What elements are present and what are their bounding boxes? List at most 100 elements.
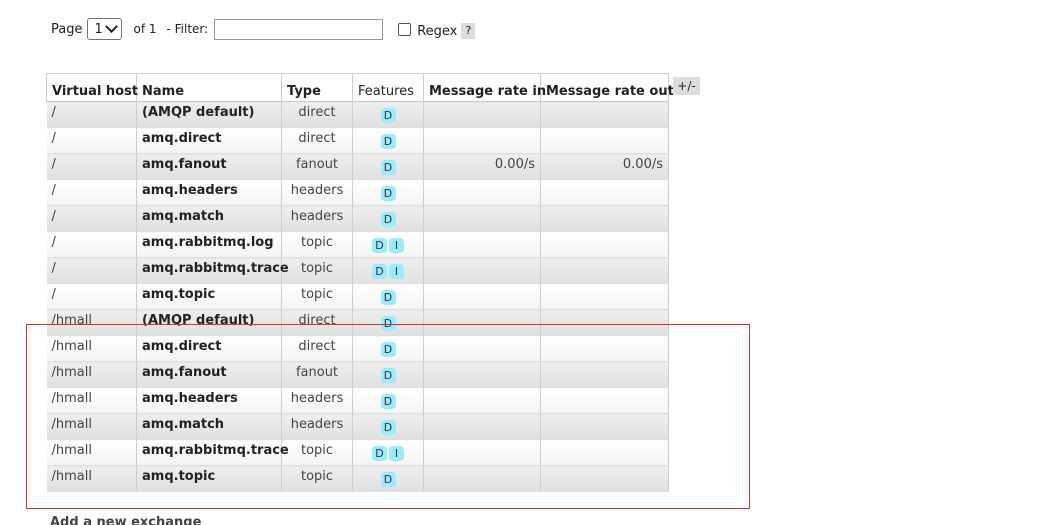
table-row: /hmall amq.topic topic D <box>46 465 669 492</box>
rate-out-cell <box>540 179 669 206</box>
rate-in-cell <box>423 257 541 284</box>
exchange-type-cell: headers <box>281 179 353 206</box>
vhost-cell: / <box>46 283 137 310</box>
rate-in-cell <box>423 101 541 128</box>
header-type[interactable]: Type <box>281 73 353 102</box>
vhost-cell: /hmall <box>46 335 137 362</box>
exchange-name-link[interactable]: amq.topic <box>136 465 282 492</box>
page-label: Page <box>51 21 83 37</box>
exchange-type-cell: fanout <box>281 153 353 180</box>
regex-help-button[interactable]: ? <box>461 23 476 39</box>
features-cell: D <box>352 361 424 388</box>
features-cell: DI <box>352 231 424 258</box>
rate-out-cell: 0.00/s <box>540 153 669 180</box>
add-exchange-section[interactable]: Add a new exchange <box>50 515 201 525</box>
durable-badge: D <box>380 420 396 435</box>
table-row: /hmall amq.rabbitmq.trace topic D I <box>46 439 669 466</box>
rate-in-cell <box>423 465 541 492</box>
header-features: Features <box>352 73 424 102</box>
header-message-rate-out[interactable]: Message rate out <box>540 73 674 102</box>
features-cell: D <box>352 179 424 206</box>
rate-out-cell <box>540 283 669 310</box>
exchange-type-cell: topic <box>281 465 353 492</box>
exchange-name-link[interactable]: (AMQP default) <box>136 309 282 336</box>
exchange-name-link[interactable]: amq.topic <box>136 283 282 310</box>
exchange-type-cell: topic <box>281 231 353 258</box>
filter-label: - Filter: <box>166 22 209 36</box>
table-row: / amq.rabbitmq.log topic D I <box>46 231 669 258</box>
features-cell: D <box>352 413 424 440</box>
durable-badge: D <box>380 342 396 357</box>
features-cell: D <box>352 101 424 128</box>
exchanges-table: Virtual host Name Type Features Message … <box>46 73 674 492</box>
rate-in-cell <box>423 205 541 232</box>
rate-out-cell <box>540 101 669 128</box>
durable-badge: D <box>380 368 396 383</box>
exchange-type-cell: headers <box>281 205 353 232</box>
rate-in-cell <box>423 127 541 154</box>
vhost-cell: / <box>46 231 137 258</box>
page-select[interactable]: 1 <box>87 18 123 40</box>
rate-in-cell <box>423 309 541 336</box>
features-cell: DI <box>352 439 424 466</box>
vhost-cell: / <box>46 257 137 284</box>
exchange-name-link[interactable]: amq.rabbitmq.log <box>136 231 282 258</box>
header-name[interactable]: Name <box>136 73 282 102</box>
exchange-type-cell: headers <box>281 413 353 440</box>
header-message-rate-in[interactable]: Message rate in <box>423 73 546 102</box>
filter-input[interactable] <box>214 18 384 40</box>
rate-out-cell <box>540 465 669 492</box>
features-cell: D <box>352 153 424 180</box>
features-cell: D <box>352 387 424 414</box>
table-row: / amq.rabbitmq.trace topic D I <box>46 257 669 284</box>
table-row: / amq.topic topic D <box>46 283 669 310</box>
table-row: / amq.match headers D <box>46 205 669 232</box>
exchange-name-link[interactable]: amq.headers <box>136 179 282 206</box>
exchange-name-link[interactable]: amq.match <box>136 413 282 440</box>
vhost-cell: /hmall <box>46 413 137 440</box>
regex-checkbox[interactable] <box>398 22 412 36</box>
exchange-type-cell: headers <box>281 387 353 414</box>
rate-in-cell <box>423 283 541 310</box>
vhost-cell: /hmall <box>46 309 137 336</box>
durable-badge: D <box>380 394 396 409</box>
table-row: / (AMQP default) direct D <box>46 101 669 128</box>
table-row: /hmall (AMQP default) direct D <box>46 309 669 336</box>
vhost-cell: /hmall <box>46 387 137 414</box>
durable-badge: D <box>380 134 396 149</box>
durable-badge: D <box>380 108 396 123</box>
features-cell: D <box>352 335 424 362</box>
exchange-name-link[interactable]: amq.direct <box>136 127 282 154</box>
exchange-type-cell: direct <box>281 101 353 128</box>
rate-out-cell <box>540 205 669 232</box>
rate-in-cell <box>423 179 541 206</box>
toggle-columns-button[interactable]: +/- <box>673 77 700 95</box>
table-header-row: Virtual host Name Type Features Message … <box>46 73 674 102</box>
page-select-value: 1 <box>94 21 103 37</box>
exchange-name-link[interactable]: amq.direct <box>136 335 282 362</box>
rate-in-cell <box>423 361 541 388</box>
header-virtual-host[interactable]: Virtual host <box>46 73 138 102</box>
features-cell: D <box>352 127 424 154</box>
exchange-name-link[interactable]: amq.rabbitmq.trace <box>136 257 289 284</box>
vhost-cell: / <box>46 205 137 232</box>
exchange-type-cell: topic <box>281 439 353 466</box>
exchange-name-link[interactable]: amq.headers <box>136 387 282 414</box>
vhost-cell: /hmall <box>46 439 137 466</box>
internal-badge: I <box>389 238 404 253</box>
exchange-type-cell: fanout <box>281 361 353 388</box>
exchange-name-link[interactable]: (AMQP default) <box>136 101 282 128</box>
rate-in-cell <box>423 387 541 414</box>
vhost-cell: / <box>46 127 137 154</box>
exchange-name-link[interactable]: amq.rabbitmq.trace <box>136 439 289 466</box>
rate-in-cell: 0.00/s <box>423 153 541 180</box>
rate-out-cell <box>540 127 669 154</box>
durable-badge: D <box>372 446 387 461</box>
exchange-name-link[interactable]: amq.match <box>136 205 282 232</box>
rate-in-cell <box>423 335 541 362</box>
features-cell: DI <box>352 257 424 284</box>
exchange-name-link[interactable]: amq.fanout <box>136 361 282 388</box>
exchange-name-link[interactable]: amq.fanout <box>136 153 282 180</box>
durable-badge: D <box>380 290 396 305</box>
pager-bar: Page 1 of 1 - Filter: Regex ? <box>51 16 476 42</box>
